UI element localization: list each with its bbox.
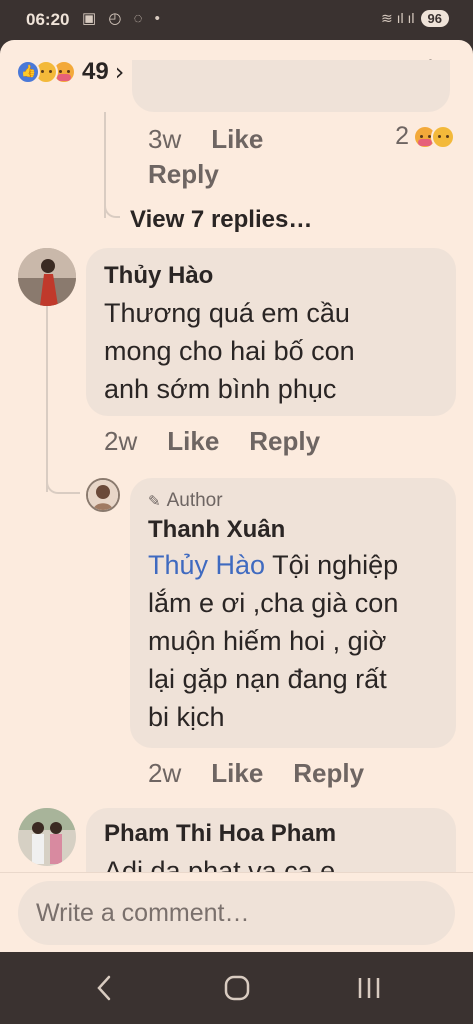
previous-reply-reactions[interactable]: 2: [395, 122, 455, 151]
previous-reply-time: 3w: [148, 124, 182, 154]
avatar[interactable]: [86, 478, 120, 512]
comment-text-line: Thương quá em cầu: [104, 298, 350, 328]
chevron-right-icon: ›: [114, 58, 125, 86]
status-bar: 06:20 ▣ ◴ ◌ • ≋ ıl ıl 96: [0, 0, 473, 40]
like-reaction-icon: [16, 60, 40, 84]
thread-elbow: [104, 200, 120, 218]
previous-reply-like-button[interactable]: Like: [211, 124, 263, 155]
comment-text-line: Tội nghiệp: [265, 550, 399, 580]
reaction-count: 49: [82, 58, 109, 85]
comment-composer: [0, 872, 473, 952]
status-notification-icons: ▣ ◴ ◌ •: [82, 10, 164, 27]
reply-button[interactable]: Reply: [249, 426, 320, 457]
signal-icon: ≋ ıl ıl: [381, 10, 415, 26]
like-button[interactable]: Like: [167, 426, 219, 457]
comment-time: 2w: [148, 758, 182, 788]
view-replies-link[interactable]: View 7 replies…: [130, 206, 312, 234]
comment-author-name[interactable]: Thủy Hào: [104, 262, 438, 290]
thread-line: [46, 306, 48, 492]
previous-reply-reaction-count: 2: [395, 122, 409, 150]
previous-reply-bubble: [132, 60, 450, 112]
reactions-summary-button[interactable]: 49 ›: [16, 58, 124, 86]
comment-author-name[interactable]: Thanh Xuân: [148, 516, 438, 544]
thread-elbow: [46, 474, 80, 494]
recents-icon: [358, 978, 380, 998]
sad-reaction-icon: [431, 124, 455, 149]
home-icon: [224, 975, 250, 1001]
comment-text: Thủy Hào Tội nghiệp lắm e ơi ,cha già co…: [148, 546, 438, 736]
back-icon: [97, 975, 111, 1001]
reply-button[interactable]: Reply: [293, 758, 364, 789]
system-nav-bar: [0, 952, 473, 1024]
back-button[interactable]: [92, 970, 116, 1006]
comment-meta: 2w Like Reply: [148, 758, 364, 789]
battery-icon: 96: [420, 10, 449, 27]
recents-button[interactable]: [352, 970, 386, 1006]
comment-bubble[interactable]: Thủy Hào Thương quá em cầu mong cho hai …: [86, 248, 456, 416]
pencil-icon: ✎: [148, 492, 161, 510]
comment-text: Thương quá em cầu mong cho hai bố con an…: [104, 294, 438, 408]
avatar[interactable]: [18, 248, 76, 306]
comment-input[interactable]: [18, 881, 455, 945]
home-button[interactable]: [222, 970, 252, 1006]
mention-link[interactable]: Thủy Hào: [148, 550, 265, 580]
comment-text-line: mong cho hai bố con: [104, 336, 355, 366]
comment-text-line: anh sớm bình phục: [104, 374, 337, 404]
comment-text-line: muộn hiếm hoi , giờ: [148, 626, 387, 656]
comment-text-line: bi kịch: [148, 702, 225, 732]
comment-bubble[interactable]: ✎ Author Thanh Xuân Thủy Hào Tội nghiệp …: [130, 478, 456, 748]
comment-text-line: lại gặp nạn đang rất: [148, 664, 387, 694]
status-right: ≋ ıl ıl 96: [381, 10, 449, 27]
comment-text-line: lắm e ơi ,cha già con: [148, 588, 399, 618]
avatar[interactable]: [18, 808, 76, 866]
author-badge-label: Author: [166, 490, 223, 511]
status-time: 06:20: [26, 10, 70, 29]
comment-meta: 2w Like Reply: [104, 426, 320, 457]
author-badge: ✎ Author: [148, 490, 438, 512]
comments-sheet: 49 › 3w Like Reply 2 View 7 replies… T: [0, 40, 473, 952]
previous-reply-reply-button[interactable]: Reply: [148, 159, 263, 190]
comment-author-name[interactable]: Pham Thi Hoa Pham: [104, 820, 438, 848]
comment-time: 2w: [104, 426, 138, 456]
like-button[interactable]: Like: [211, 758, 263, 789]
previous-reply-meta: 3w Like Reply: [148, 124, 263, 190]
